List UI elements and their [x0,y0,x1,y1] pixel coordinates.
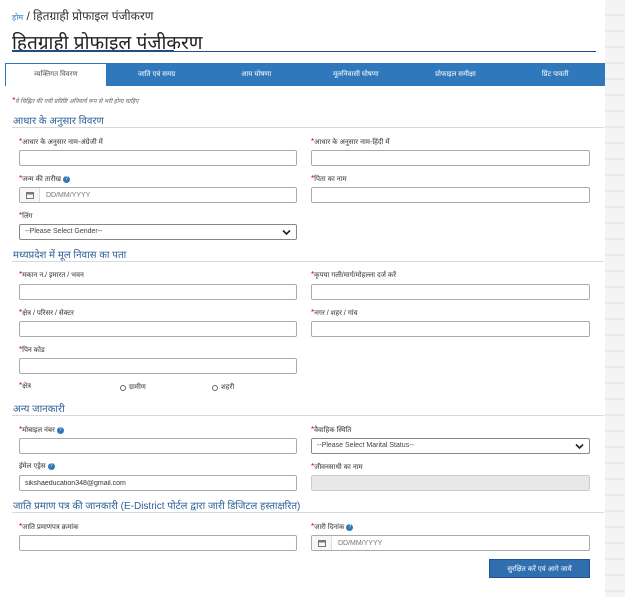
chevron-down-icon [575,442,584,456]
breadcrumb-separator: / [23,9,34,23]
section-divider [12,512,604,513]
calendar-icon[interactable] [312,536,332,550]
city-label: *नगर / शहर / गांव [311,308,358,317]
street-input[interactable] [311,284,590,300]
mobile-input[interactable] [19,438,297,454]
breadcrumb-home-link[interactable]: होम [12,13,23,22]
tab-profile-review[interactable]: प्रोफाइल समीक्षा [406,63,506,86]
dob-label: *जन्म की तारीख? [19,174,71,184]
section-title-aadhaar: आधार के अनुसार विवरण [13,116,104,127]
father-name-label: *पिता का नाम [311,174,347,183]
gender-label: *लिंग [19,211,33,220]
city-input[interactable] [311,321,590,337]
spouse-input [311,475,590,491]
section-divider [12,261,604,262]
breadcrumb: होम / हितग्राही प्रोफाइल पंजीकरण [12,7,153,24]
dob-field[interactable] [19,187,297,203]
name-en-input[interactable] [19,150,297,166]
help-icon[interactable]: ? [47,462,55,470]
marital-label: *वैवाहिक स्थिति [311,425,352,434]
tab-caste-samagra[interactable]: जाति एवं समग्र [107,63,207,86]
radio-urban[interactable]: शहरी [212,383,234,392]
radio-rural-label: ग्रामीण [129,384,146,391]
main-panel: होम / हितग्राही प्रोफाइल पंजीकरण हितग्रा… [0,0,605,597]
mandatory-note: *ये चिह्नित की गयी प्रविष्टि अनिवार्य रू… [12,96,139,105]
gender-selected-value: --Please Select Gender-- [25,228,103,235]
section-title-other: अन्य जानकारी [13,404,65,415]
name-hi-input[interactable] [311,150,590,166]
street-label: *कृपया गली/मार्ग/मोहल्ला दर्ज करें [311,270,397,279]
mobile-label: *मोबाइल नंबर? [19,425,64,435]
title-underline [12,50,174,52]
area-input[interactable] [19,321,297,337]
calendar-icon[interactable] [20,188,40,202]
help-icon[interactable]: ? [63,175,71,183]
chevron-down-icon [282,228,291,242]
section-divider [12,415,604,416]
radio-urban-label: शहरी [221,384,235,391]
email-input[interactable] [19,475,297,491]
step-tabs: व्यक्तिगत विवरण जाति एवं समग्र आय घोषणा … [5,63,605,86]
caste-no-label: *जाति प्रमाणपत्र क्रमांक [19,522,79,531]
tab-income-declaration[interactable]: आय घोषणा [206,63,306,86]
name-hi-label: *आधार के अनुसार नाम-हिंदी में [311,137,390,146]
house-label: *मकान न./ इमारत / भवन [19,270,84,279]
help-icon[interactable]: ? [56,426,64,434]
marital-selected-value: --Please Select Marital Status-- [317,442,414,449]
spouse-label: *जीवनसाथी का नाम [311,462,363,471]
marital-select[interactable]: --Please Select Marital Status-- [311,438,590,454]
issue-date-field[interactable] [311,535,590,551]
area-label: *क्षेत्र / परिसर / सेक्टर [19,308,74,317]
gender-select[interactable]: --Please Select Gender-- [19,224,297,240]
radio-circle[interactable] [120,384,126,391]
caste-no-input[interactable] [19,535,297,551]
breadcrumb-current: हितग्राही प्रोफाइल पंजीकरण [33,9,154,23]
region-label: *क्षेत्र [19,381,32,390]
issue-date-label: *जारी दिनांक? [311,522,354,532]
issue-date-input[interactable] [332,539,482,547]
tab-print-receipt[interactable]: प्रिंट पावती [505,63,605,86]
page-title: हितग्राही प्रोफाइल पंजीकरण [12,33,203,54]
tab-domicile-declaration[interactable]: मूलनिवासी घोषणा [306,63,406,86]
help-icon[interactable]: ? [346,523,354,531]
email-label: ईमेल एड्रेस? [19,462,55,471]
tab-personal-details[interactable]: व्यक्तिगत विवरण [5,63,107,86]
name-en-label: *आधार के अनुसार नाम-अंग्रेजी में [19,137,103,146]
mandatory-note-text: ये चिह्नित की गयी प्रविष्टि अनिवार्य रूप… [15,99,139,105]
section-divider [12,127,604,128]
pin-input[interactable] [19,358,297,374]
radio-rural[interactable]: ग्रामीण [120,383,146,392]
father-name-input[interactable] [311,187,590,203]
dob-input[interactable] [40,191,190,199]
section-title-address: मध्यप्रदेश में मूल निवास का पता [13,250,127,261]
pin-label: *पिन कोड [19,345,45,354]
save-and-next-button[interactable]: सुरक्षित करें एवं आगे जायें [489,559,590,578]
house-input[interactable] [19,284,297,300]
radio-circle[interactable] [212,384,218,391]
section-title-caste: जाति प्रमाण पत्र की जानकारी (E-District … [13,501,301,512]
